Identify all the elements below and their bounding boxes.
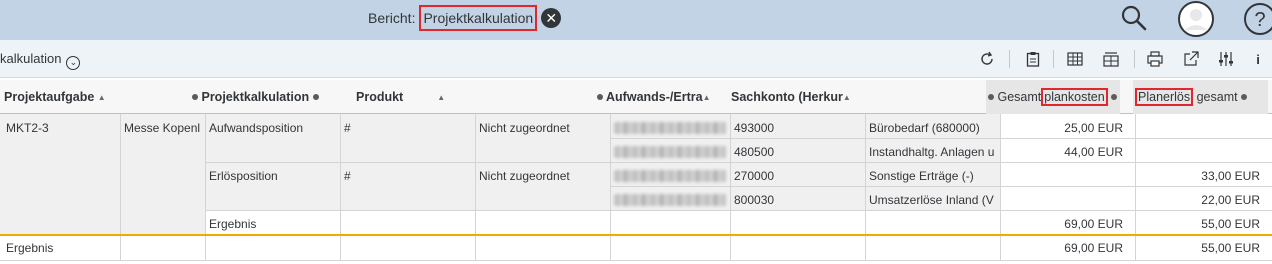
export-icon[interactable] (1182, 50, 1200, 68)
report-title: Bericht: Projektkalkulation ✕ (368, 5, 562, 31)
refresh-icon[interactable] (978, 50, 996, 68)
search-icon[interactable] (1120, 4, 1148, 35)
cell-plankosten: 44,00 EUR (1064, 145, 1123, 159)
report-variant[interactable]: kalkulation ⌄ (0, 51, 81, 70)
toolbar-divider (1009, 50, 1010, 68)
column-label: Projektaufgabe (4, 90, 95, 104)
dimension-dot-icon (312, 94, 319, 100)
shell-bar: Bericht: Projektkalkulation ✕ ? (0, 0, 1272, 40)
grid-line (0, 260, 1272, 261)
clipboard-icon[interactable] (1024, 50, 1042, 68)
cell-account[interactable]: 480500 (730, 140, 865, 164)
column-header-projektaufgabe[interactable]: Projektaufgabe ▲ (4, 80, 194, 114)
cell-subtotal-label[interactable]: Ergebnis (205, 212, 340, 236)
cell-produkt[interactable]: # (340, 164, 475, 188)
cell-plankosten: 25,00 EUR (1064, 121, 1123, 135)
cell-nicht-zugeordnet[interactable]: Nicht zugeordnet (475, 116, 610, 140)
grid-line (610, 114, 611, 260)
column-header-planerloes[interactable]: Planerlös gesamt (1133, 80, 1268, 114)
report-name-highlighted[interactable]: Projektkalkulation (419, 5, 538, 31)
blurred-text (614, 194, 726, 206)
column-label: Sachkonto (Herkur (731, 90, 843, 104)
dimension-dot-icon (1241, 94, 1248, 100)
report-variant-label: kalkulation (0, 51, 62, 66)
column-label: Projektkalkulation (201, 90, 310, 104)
column-label: Gesamt (997, 90, 1042, 104)
column-header-gesamtplankosten[interactable]: Gesamt plankosten (986, 80, 1120, 114)
chevron-down-icon[interactable]: ⌄ (66, 56, 81, 70)
dimension-dot-icon (597, 94, 603, 100)
table-icon[interactable] (1066, 50, 1084, 68)
cell-erloesposition[interactable]: Erlösposition (205, 164, 340, 188)
close-icon[interactable]: ✕ (541, 8, 562, 28)
cell-planerloes: 33,00 EUR (1201, 169, 1260, 183)
cell-account-name[interactable]: Umsatzerlöse Inland (V (865, 188, 1000, 212)
cell-account[interactable]: 800030 (730, 188, 865, 212)
dimension-dot-icon (988, 94, 994, 100)
cell-produkt[interactable]: # (340, 116, 475, 140)
column-label: Produkt (356, 90, 404, 104)
highlighted-column-label: plankosten (1041, 88, 1108, 106)
cell-aufwandsposition[interactable]: Aufwandsposition (205, 116, 340, 140)
report-toolbar: kalkulation ⌄ i (0, 40, 1272, 78)
cell-account-name[interactable]: Bürobedarf (680000) (865, 116, 1000, 140)
column-header-aufwands[interactable]: Aufwands-/Ertra▲ (597, 80, 731, 114)
sort-ascending-icon[interactable]: ▲ (843, 81, 851, 114)
column-header-sachkonto[interactable]: Sachkonto (Herkur▲ (731, 80, 861, 114)
settings-icon[interactable] (1217, 50, 1235, 68)
cell-messe[interactable]: Messe Kopenl (120, 116, 205, 140)
help-icon[interactable]: ? (1242, 1, 1272, 40)
table-settings-icon[interactable] (1102, 50, 1120, 68)
cell-task[interactable]: MKT2-3 (2, 116, 120, 140)
blurred-text (614, 170, 726, 182)
highlighted-column-label: Planerlös (1135, 88, 1194, 106)
toolbar-divider (1134, 50, 1135, 68)
title-prefix: Bericht: (368, 10, 416, 26)
blurred-text (614, 146, 726, 158)
cell-total-planerloes: 55,00 EUR (1201, 241, 1260, 255)
info-icon[interactable]: i (1252, 50, 1264, 68)
grid-header-row: Projektaufgabe ▲ Projektkalkulation Prod… (0, 80, 1272, 114)
cell-total-plankosten: 69,00 EUR (1064, 241, 1123, 255)
cell-nicht-zugeordnet[interactable]: Nicht zugeordnet (475, 164, 610, 188)
cell-subtotal-planerloes: 55,00 EUR (1201, 217, 1260, 231)
dimension-dot-icon (1111, 94, 1118, 100)
cell-account[interactable]: 493000 (730, 116, 865, 140)
avatar[interactable] (1176, 0, 1216, 41)
column-header-produkt[interactable]: Produkt ▲ (356, 80, 486, 114)
dimension-dot-icon (192, 94, 198, 100)
cell-account[interactable]: 270000 (730, 164, 865, 188)
cell-total-label[interactable]: Ergebnis (2, 236, 120, 260)
print-icon[interactable] (1146, 50, 1164, 68)
sort-ascending-icon[interactable]: ▲ (437, 81, 445, 114)
cell-account-name[interactable]: Instandhaltg. Anlagen u (865, 140, 1000, 164)
blurred-text (614, 122, 726, 134)
column-label: Aufwands-/Ertra (606, 90, 703, 104)
cell-account-name[interactable]: Sonstige Erträge (-) (865, 164, 1000, 188)
column-label: gesamt (1196, 90, 1238, 104)
column-header-projektkalkulation[interactable]: Projektkalkulation (192, 80, 342, 114)
svg-text:?: ? (1254, 9, 1265, 31)
cell-subtotal-plankosten: 69,00 EUR (1064, 217, 1123, 231)
sort-ascending-icon[interactable]: ▲ (703, 81, 711, 114)
sort-ascending-icon[interactable]: ▲ (98, 81, 106, 114)
cell-planerloes: 22,00 EUR (1201, 193, 1260, 207)
toolbar-divider (1053, 50, 1054, 68)
